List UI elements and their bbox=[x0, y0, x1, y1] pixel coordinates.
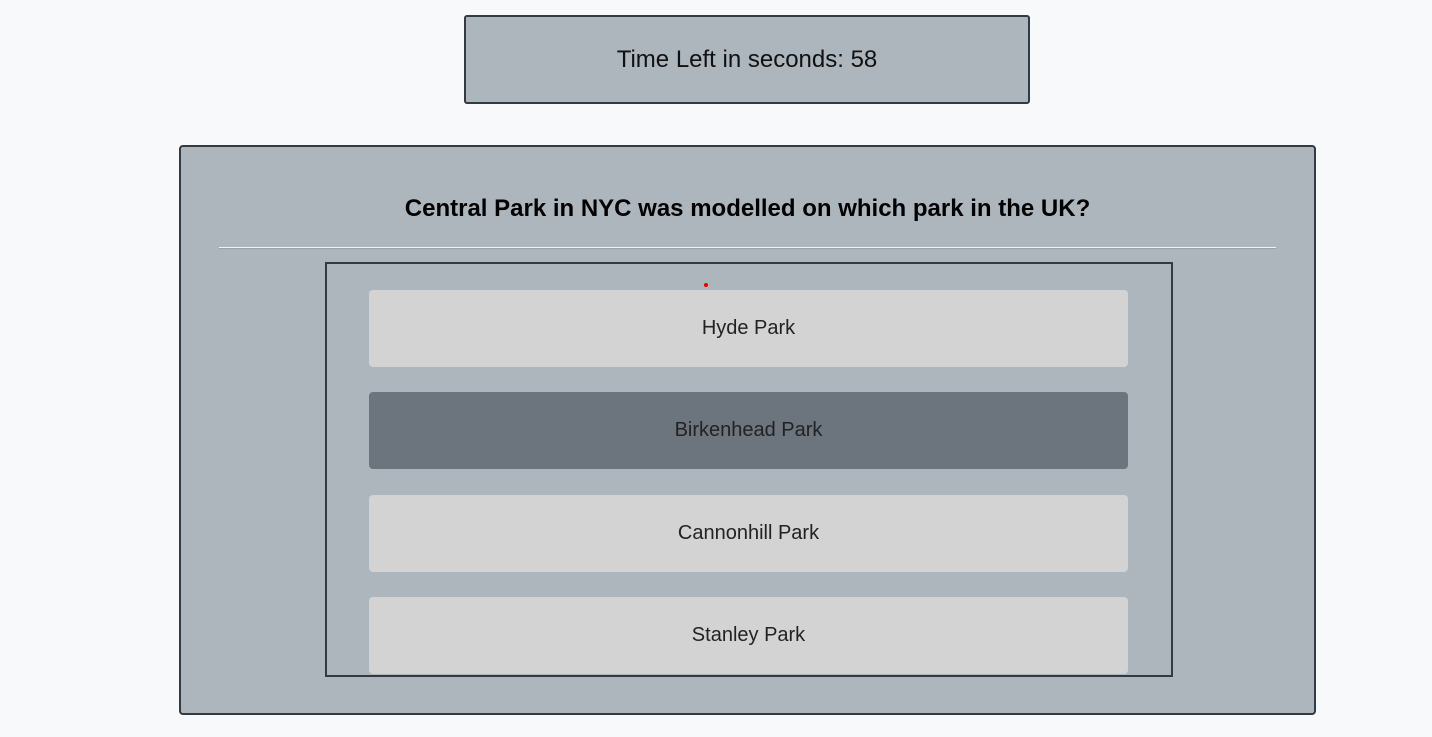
answer-label: Cannonhill Park bbox=[677, 522, 820, 544]
answer-label: Birkenhead Park bbox=[674, 419, 823, 441]
mouse-cursor-dot bbox=[704, 283, 708, 287]
question-text: Central Park in NYC was modelled on whic… bbox=[404, 195, 1091, 222]
answer-button-stanley-park[interactable]: Stanley Park bbox=[369, 597, 1128, 674]
timer-box: Time Left in seconds: 58 bbox=[464, 15, 1030, 104]
answer-label: Hyde Park bbox=[701, 317, 796, 339]
answer-button-cannonhill-park[interactable]: Cannonhill Park bbox=[369, 495, 1128, 572]
timer-label: Time Left in seconds: 58 bbox=[616, 45, 878, 73]
question-divider bbox=[219, 247, 1276, 249]
answer-button-hyde-park[interactable]: Hyde Park bbox=[369, 290, 1128, 367]
quiz-card: Central Park in NYC was modelled on whic… bbox=[179, 145, 1316, 715]
quiz-page: Time Left in seconds: 58 Central Park in… bbox=[0, 0, 1432, 737]
answer-label: Stanley Park bbox=[691, 624, 806, 646]
answers-list: Hyde Park Birkenhead Park Cannonhill Par… bbox=[325, 262, 1173, 677]
answer-button-birkenhead-park[interactable]: Birkenhead Park bbox=[369, 392, 1128, 469]
